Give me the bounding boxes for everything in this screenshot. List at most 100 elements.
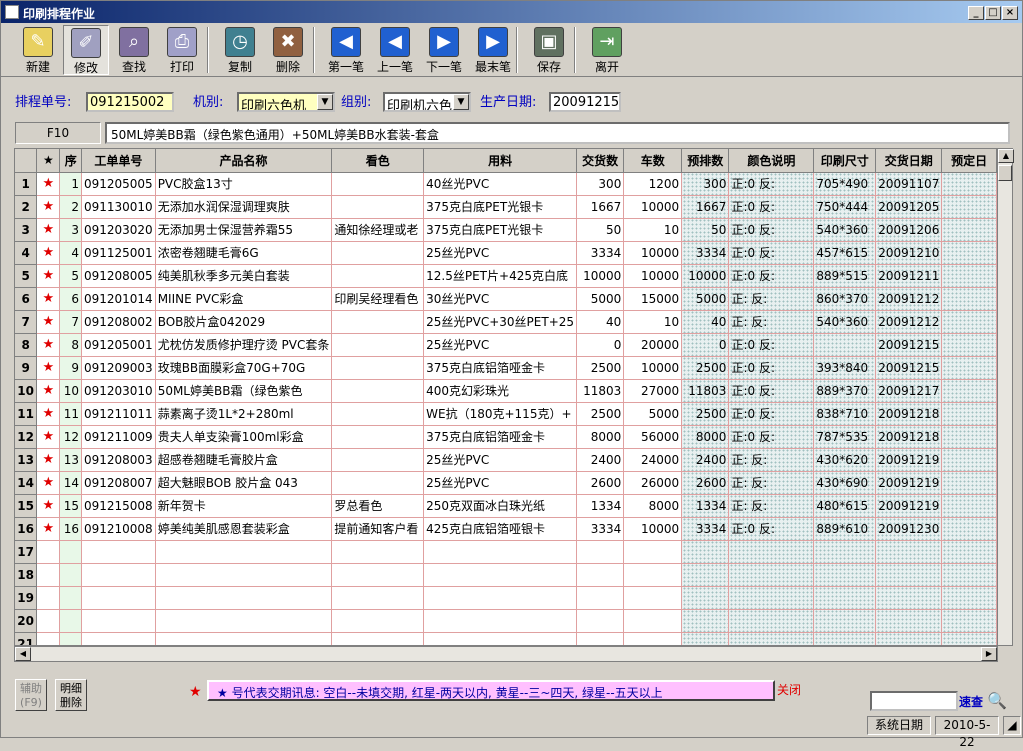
table-cell[interactable]: 10000 bbox=[623, 241, 683, 265]
table-cell[interactable]: 705*490 bbox=[813, 172, 877, 196]
table-row[interactable]: 9 ★ 9 091209003 玫瑰BB面膜彩盒70G+70G 375克白底铝箔哑金卡 25… bbox=[15, 356, 997, 380]
quick-search-button[interactable]: 速查 🔍 bbox=[959, 691, 1011, 713]
table-cell[interactable]: 9 bbox=[59, 356, 82, 380]
table-cell[interactable]: 2400 bbox=[576, 448, 625, 472]
table-cell[interactable]: 425克白底铝箔哑银卡 bbox=[423, 517, 578, 541]
table-cell[interactable] bbox=[81, 586, 156, 610]
table-cell[interactable] bbox=[813, 609, 877, 633]
table-cell[interactable] bbox=[941, 448, 997, 472]
table-cell[interactable] bbox=[728, 586, 815, 610]
table-cell[interactable]: 40丝光PVC bbox=[423, 172, 578, 196]
table-cell[interactable]: 2600 bbox=[576, 471, 625, 495]
table-cell[interactable]: 无添加男士保湿营养霜55 bbox=[155, 218, 333, 242]
table-cell[interactable] bbox=[941, 425, 997, 449]
star-icon[interactable] bbox=[36, 586, 61, 610]
table-cell[interactable]: 正:0 反: bbox=[728, 517, 815, 541]
scroll-up-icon[interactable]: ▲ bbox=[998, 149, 1014, 163]
table-cell[interactable]: 20091219 bbox=[875, 494, 943, 518]
toolbar-button-find[interactable]: ⌕ 查找 bbox=[111, 25, 157, 75]
table-cell[interactable]: 091201014 bbox=[81, 287, 156, 311]
table-cell[interactable] bbox=[423, 609, 578, 633]
table-cell[interactable]: 40 bbox=[576, 310, 625, 334]
table-row[interactable]: 1 ★ 1 091205005 PVC胶盒13寸 40丝光PVC 300 1200 300 正:0… bbox=[15, 172, 997, 196]
table-cell[interactable] bbox=[941, 402, 997, 426]
column-header[interactable]: 用料 bbox=[423, 149, 578, 173]
column-header[interactable]: 看色 bbox=[331, 149, 425, 173]
table-cell[interactable] bbox=[331, 333, 425, 357]
table-cell[interactable]: 889*610 bbox=[813, 517, 877, 541]
table-cell[interactable]: 8000 bbox=[576, 425, 625, 449]
table-cell[interactable] bbox=[576, 609, 625, 633]
table-cell[interactable]: 新年贺卡 bbox=[155, 494, 333, 518]
table-cell[interactable]: 8 bbox=[59, 333, 82, 357]
table-cell[interactable] bbox=[331, 632, 425, 645]
table-cell[interactable] bbox=[681, 632, 730, 645]
table-cell[interactable]: 1667 bbox=[576, 195, 625, 219]
table-cell[interactable]: 5000 bbox=[576, 287, 625, 311]
column-header[interactable]: 印刷尺寸 bbox=[813, 149, 877, 173]
table-row[interactable]: 13 ★ 13 091208003 超感卷翘睫毛膏胶片盒 25丝光PVC 2400 24000… bbox=[15, 448, 997, 472]
table-cell[interactable]: 正:0 反: bbox=[728, 218, 815, 242]
table-cell[interactable] bbox=[941, 586, 997, 610]
table-cell[interactable] bbox=[331, 379, 425, 403]
table-cell[interactable] bbox=[941, 356, 997, 380]
table-cell[interactable] bbox=[813, 632, 877, 645]
table-row[interactable]: 11 ★ 11 091211011 蒜素离子烫1L*2+280ml WE抗（180克+11… bbox=[15, 402, 997, 426]
table-cell[interactable]: 2 bbox=[59, 195, 82, 219]
table-row[interactable]: 4 ★ 4 091125001 浓密卷翘睫毛膏6G 25丝光PVC 3334 10000 333… bbox=[15, 241, 997, 265]
table-cell[interactable]: 375克白底铝箔哑金卡 bbox=[423, 356, 578, 380]
star-icon[interactable]: ★ bbox=[36, 402, 61, 426]
table-cell[interactable]: 10000 bbox=[576, 264, 625, 288]
star-icon[interactable]: ★ bbox=[36, 287, 61, 311]
table-cell[interactable] bbox=[331, 609, 425, 633]
resize-grip-icon[interactable]: ◢ bbox=[1003, 716, 1021, 735]
table-cell[interactable]: 838*710 bbox=[813, 402, 877, 426]
table-cell[interactable]: 通知徐经理或老 bbox=[331, 218, 425, 242]
table-cell[interactable]: 5000 bbox=[681, 287, 730, 311]
maximize-button[interactable]: □ bbox=[985, 6, 1001, 20]
table-cell[interactable]: 正:0 反: bbox=[728, 356, 815, 380]
table-row[interactable]: 19 bbox=[15, 586, 997, 610]
table-cell[interactable]: 091203020 bbox=[81, 218, 156, 242]
table-cell[interactable]: 1667 bbox=[681, 195, 730, 219]
table-cell[interactable]: 20091215 bbox=[875, 356, 943, 380]
table-cell[interactable]: 3334 bbox=[681, 241, 730, 265]
table-cell[interactable]: 25丝光PVC bbox=[423, 241, 578, 265]
table-cell[interactable]: 20091215 bbox=[875, 333, 943, 357]
table-cell[interactable]: 提前通知客户看 bbox=[331, 517, 425, 541]
table-cell[interactable]: 20091219 bbox=[875, 448, 943, 472]
table-cell[interactable]: 正:0 反: bbox=[728, 195, 815, 219]
table-cell[interactable]: 091203010 bbox=[81, 379, 156, 403]
column-header[interactable]: 交货日期 bbox=[875, 149, 943, 173]
table-cell[interactable] bbox=[623, 563, 683, 587]
star-icon[interactable]: ★ bbox=[36, 379, 61, 403]
table-cell[interactable]: 430*690 bbox=[813, 471, 877, 495]
table-cell[interactable]: 091210008 bbox=[81, 517, 156, 541]
table-cell[interactable]: 1334 bbox=[681, 494, 730, 518]
table-cell[interactable]: 20091206 bbox=[875, 218, 943, 242]
table-row[interactable]: 20 bbox=[15, 609, 997, 633]
table-cell[interactable]: 787*535 bbox=[813, 425, 877, 449]
toolbar-button-exit[interactable]: ⇥ 离开 bbox=[584, 25, 630, 75]
column-header[interactable] bbox=[15, 149, 38, 173]
table-cell[interactable] bbox=[331, 471, 425, 495]
minimize-button[interactable]: _ bbox=[968, 6, 984, 20]
table-cell[interactable]: 091130010 bbox=[81, 195, 156, 219]
group-select[interactable]: 印刷机六色 ▼ bbox=[383, 92, 471, 112]
table-cell[interactable]: 12 bbox=[59, 425, 82, 449]
table-cell[interactable]: 091208003 bbox=[81, 448, 156, 472]
table-cell[interactable] bbox=[813, 586, 877, 610]
table-cell[interactable] bbox=[59, 563, 82, 587]
table-row[interactable]: 12 ★ 12 091211009 贵夫人单支染膏100ml彩盒 375克白底铝箔哑金卡 8… bbox=[15, 425, 997, 449]
star-icon[interactable]: ★ bbox=[36, 517, 61, 541]
table-cell[interactable]: 12.5丝PET片+425克白底 bbox=[423, 264, 578, 288]
table-cell[interactable]: 091205005 bbox=[81, 172, 156, 196]
table-cell[interactable]: 25丝光PVC bbox=[423, 333, 578, 357]
table-cell[interactable]: 2500 bbox=[576, 402, 625, 426]
table-cell[interactable]: 正:0 反: bbox=[728, 333, 815, 357]
table-row[interactable]: 2 ★ 2 091130010 无添加水润保湿调理爽肤 375克白底PET光银卡 1667 1… bbox=[15, 195, 997, 219]
star-icon[interactable]: ★ bbox=[36, 356, 61, 380]
table-cell[interactable] bbox=[875, 632, 943, 645]
table-cell[interactable]: 091211009 bbox=[81, 425, 156, 449]
table-cell[interactable] bbox=[941, 494, 997, 518]
